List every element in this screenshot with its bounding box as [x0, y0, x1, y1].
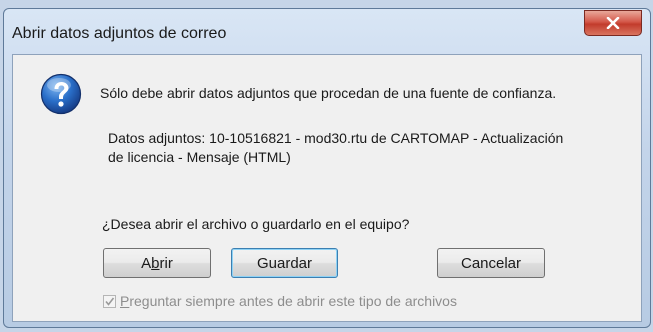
always-ask-option[interactable]: Preguntar siempre antes de abrir este ti…	[103, 291, 457, 311]
check-icon	[105, 297, 115, 306]
warning-message: Sólo debe abrir datos adjuntos que proce…	[100, 85, 557, 101]
always-ask-accelerator: P	[120, 293, 130, 309]
open-button-label-pre: A	[141, 254, 152, 272]
open-button[interactable]: Ab rir	[103, 248, 211, 278]
dialog-frame: Abrir datos adjuntos de correo Sólo debe…	[3, 8, 651, 328]
window-title: Abrir datos adjuntos de correo	[12, 25, 227, 42]
title-bar[interactable]: Abrir datos adjuntos de correo	[4, 9, 650, 47]
attachment-info-line1: Datos adjuntos: 10-10516821 - mod30.rtu …	[108, 130, 564, 146]
dialog-content: Sólo debe abrir datos adjuntos que proce…	[12, 54, 642, 322]
dialog-window: Abrir datos adjuntos de correo Sólo debe…	[0, 0, 653, 332]
close-button[interactable]	[584, 10, 642, 36]
always-ask-label: Preguntar siempre antes de abrir este ti…	[120, 293, 457, 309]
open-button-accelerator: b	[151, 254, 160, 272]
open-button-label-post: rir	[159, 254, 173, 272]
cancel-button[interactable]: Cancelar	[437, 248, 545, 278]
always-ask-label-rest: reguntar siempre antes de abrir este tip…	[129, 293, 457, 309]
close-icon	[606, 17, 620, 29]
always-ask-checkbox[interactable]	[103, 294, 116, 308]
save-button[interactable]: Guardar	[231, 248, 338, 278]
question-text: ¿Desea abrir el archivo o guardarlo en e…	[102, 216, 410, 232]
question-icon	[40, 73, 82, 115]
attachment-info-line2: de licencia - Mensaje (HTML)	[108, 149, 291, 165]
